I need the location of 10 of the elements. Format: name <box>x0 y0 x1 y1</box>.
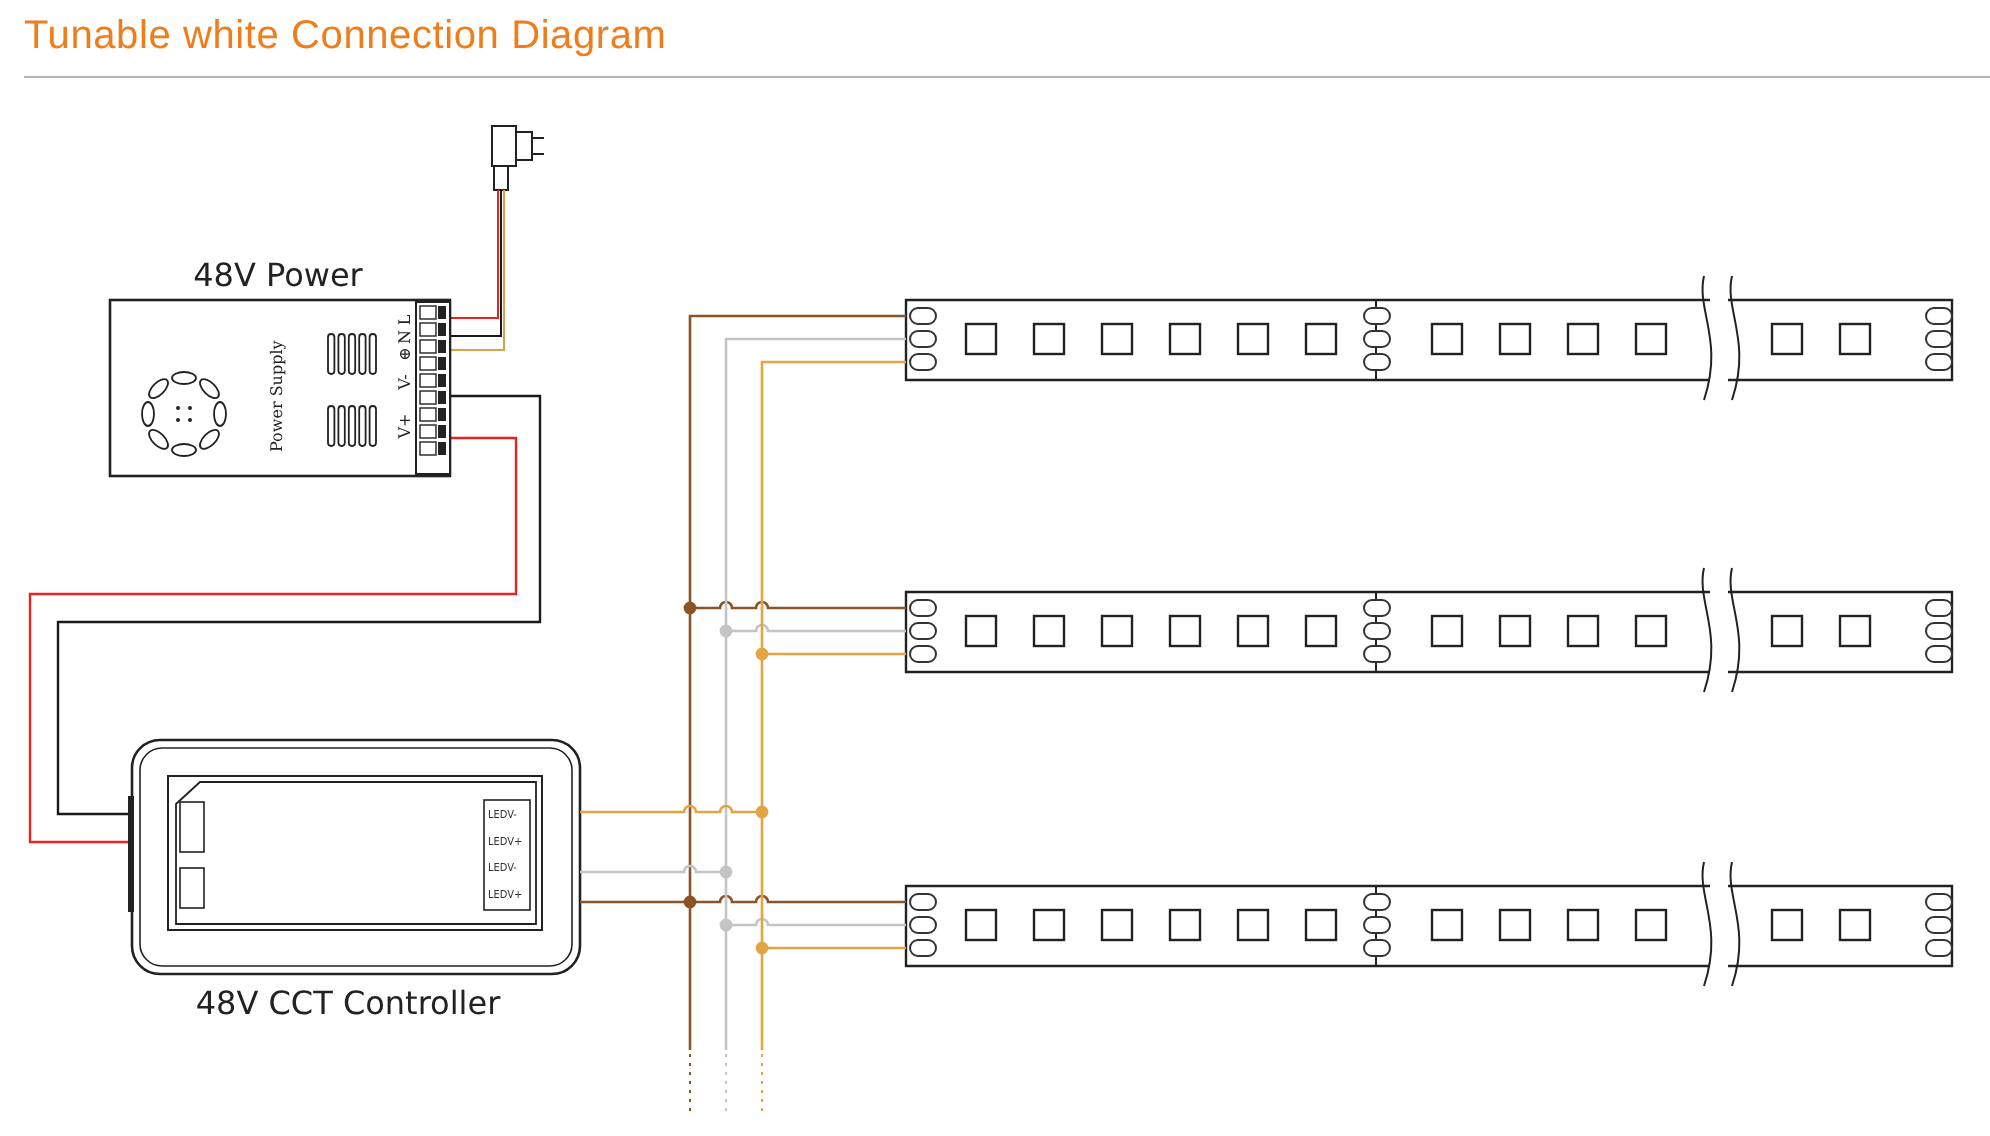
terminal-label: L <box>396 314 414 326</box>
terminal-label: ⊕ <box>396 347 414 361</box>
terminal-label: V+ <box>396 413 414 439</box>
power-supply-label: 48V Power <box>193 256 363 294</box>
power-supply-body-text: Power Supply <box>268 340 286 452</box>
plug-drawing <box>491 125 545 191</box>
controller-label: 48V CCT Controller <box>195 984 501 1022</box>
terminal-label: V- <box>396 374 414 390</box>
terminal-label: N <box>396 330 414 344</box>
diagram-title: Tunable white Connection Diagram <box>24 14 667 58</box>
